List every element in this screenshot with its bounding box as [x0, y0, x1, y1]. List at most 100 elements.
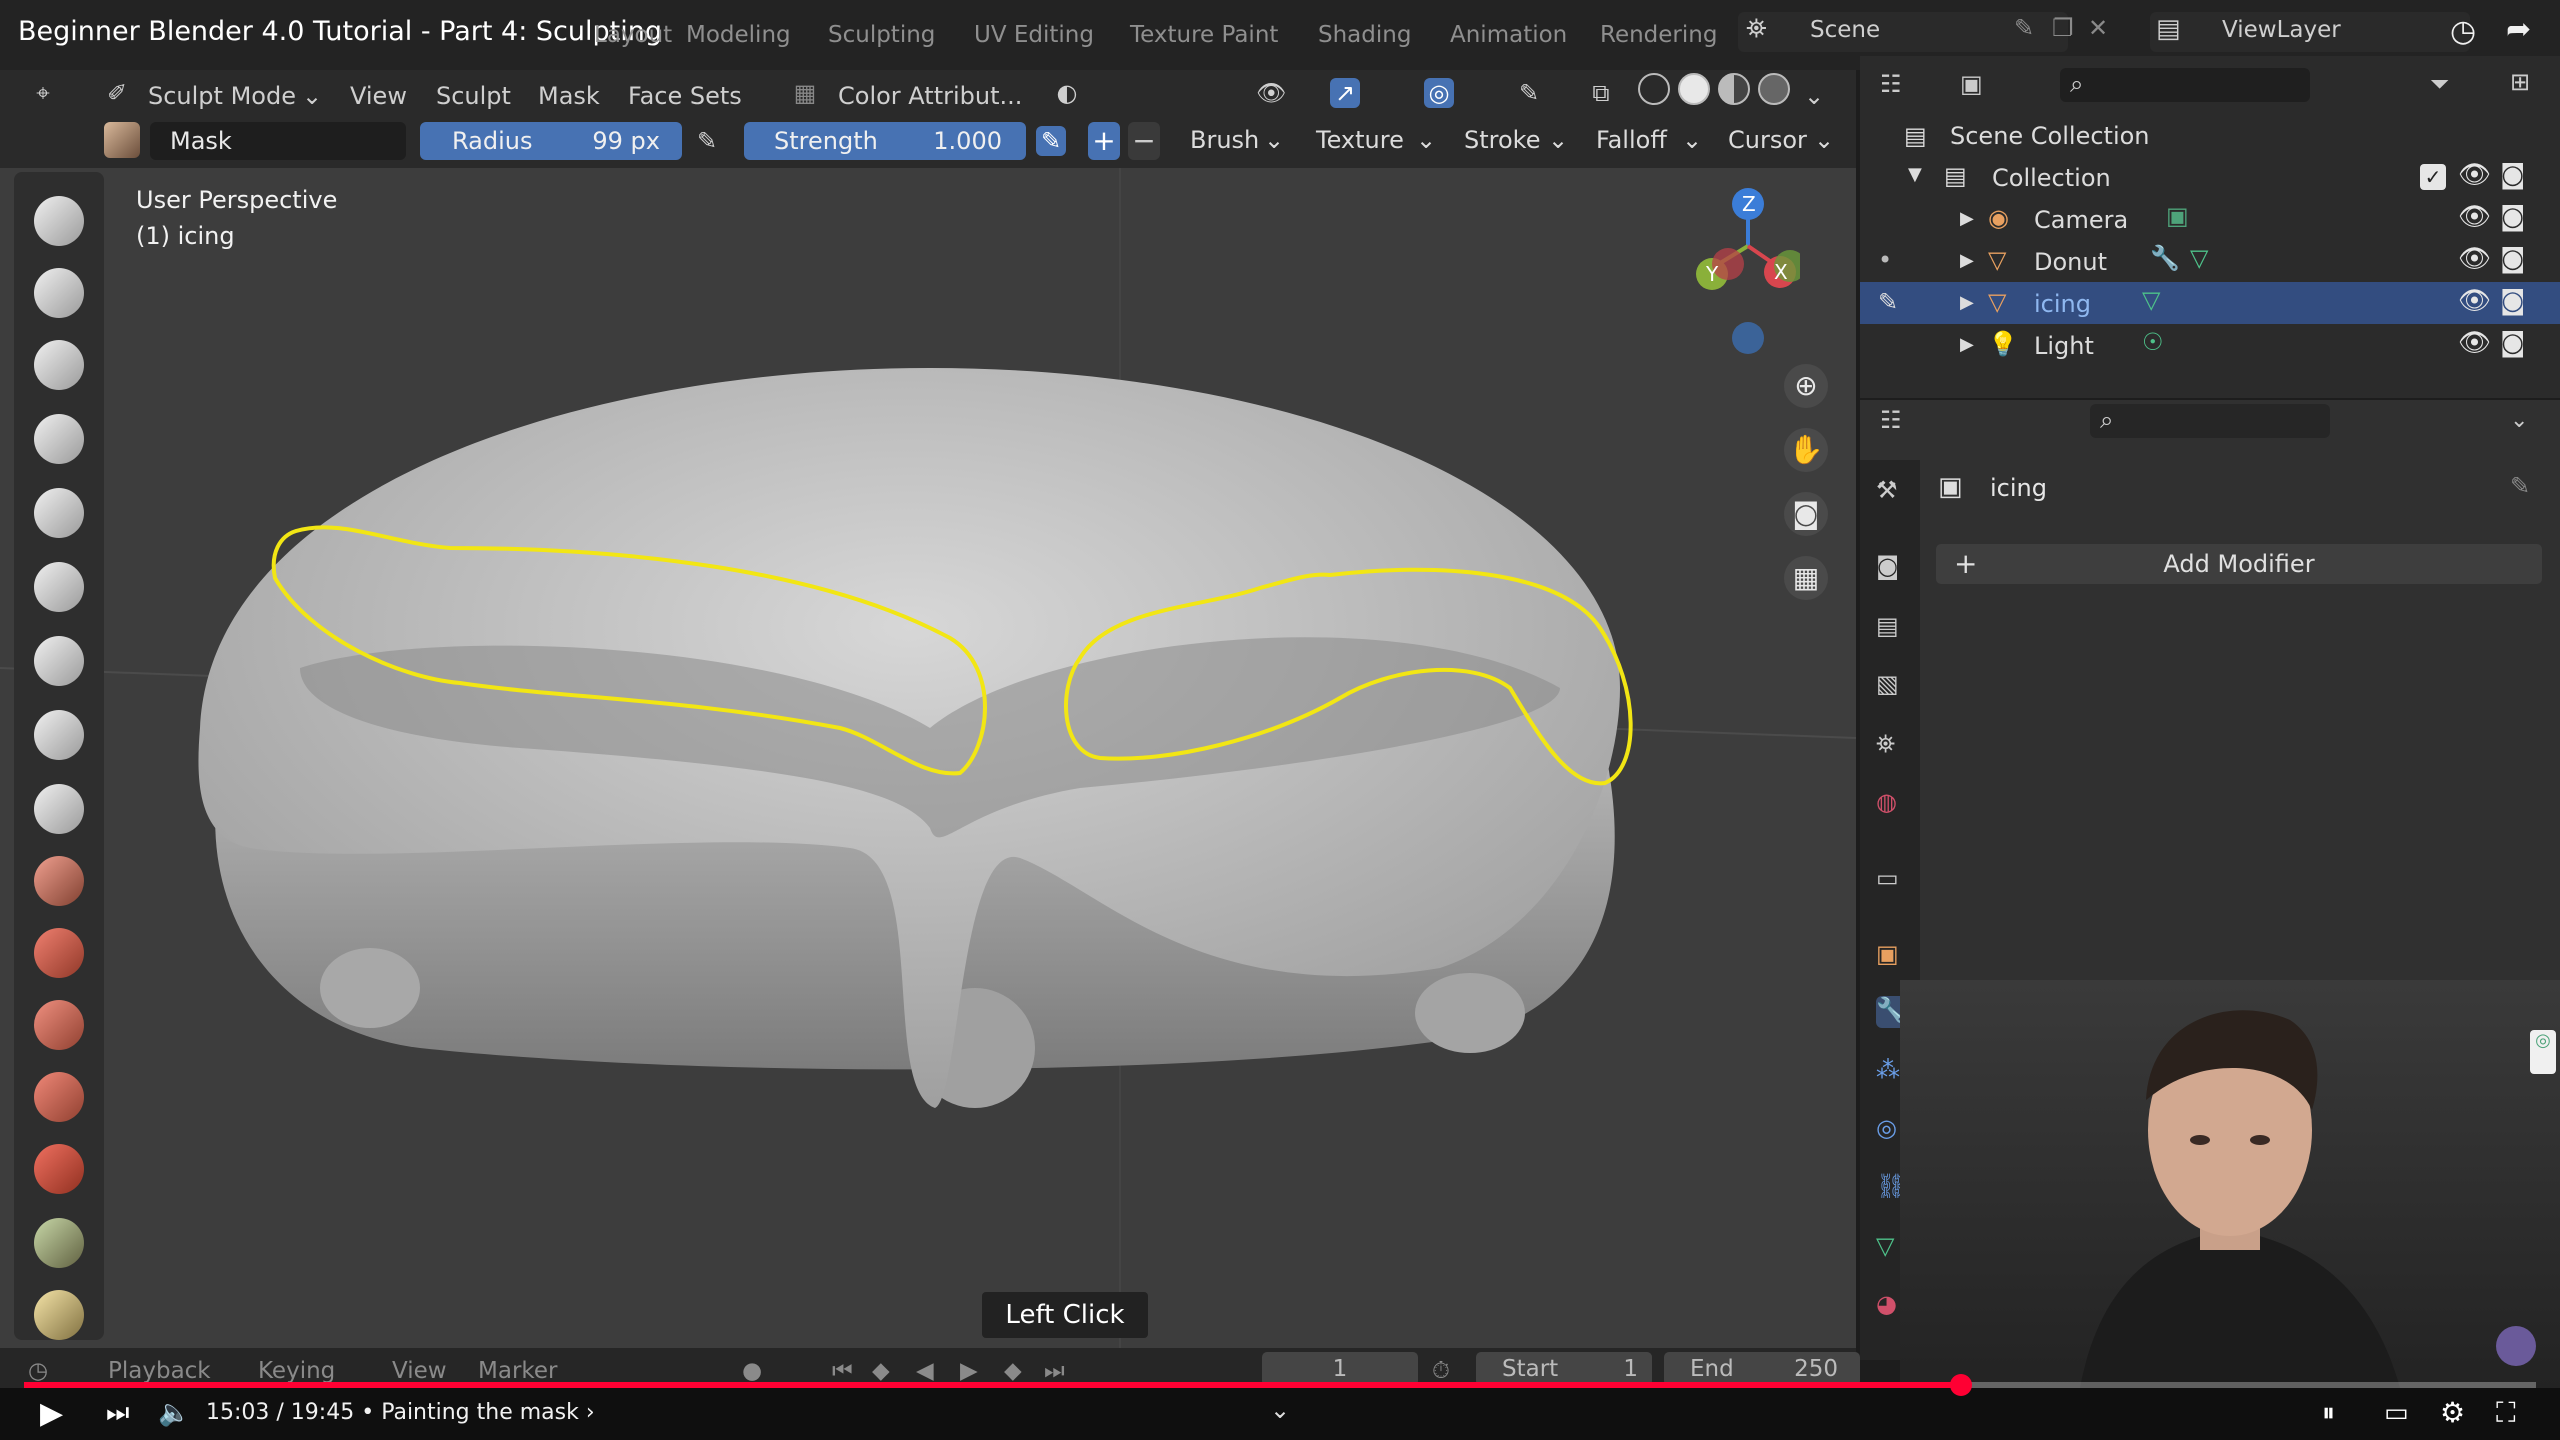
eye-icon[interactable]: 👁 [2458, 202, 2491, 232]
grab-brush-icon[interactable] [34, 1144, 84, 1194]
chevron-down-icon[interactable]: ⌄ [1270, 1396, 1290, 1424]
snake-hook-brush-icon[interactable] [34, 1218, 84, 1268]
blob-brush-icon[interactable] [34, 636, 84, 686]
clay-strips-brush-icon[interactable] [34, 414, 84, 464]
tab-modeling[interactable]: Modeling [686, 22, 791, 48]
menu-view[interactable]: View [350, 82, 407, 110]
expand-arrow-icon[interactable]: ▶ [1960, 208, 1974, 229]
outliner-row-donut[interactable]: • ▶ ▽ Donut 🔧 ▽ 👁 ◙ [1860, 240, 2560, 282]
outliner-editor-icon[interactable]: ☷ [1880, 70, 1902, 98]
new-scene-icon[interactable]: ❐ [2052, 14, 2074, 42]
camera-data-icon[interactable]: ▣ [2166, 202, 2189, 230]
color-attribute-dropdown[interactable]: Color Attribut... [838, 82, 1022, 110]
mask-brush-icon[interactable] [34, 1290, 84, 1340]
editor-type-icon[interactable]: ⌖ [28, 78, 58, 108]
watch-later-icon[interactable]: ◷ [2450, 14, 2476, 49]
tab-texture-paint[interactable]: Texture Paint [1130, 22, 1278, 48]
fullscreen-icon[interactable]: ⛶ [2496, 1396, 2516, 1430]
3d-viewport[interactable] [0, 168, 1856, 1348]
cursor-dropdown[interactable]: Cursor [1728, 126, 1807, 154]
video-progress-scrubber[interactable] [1950, 1374, 1972, 1396]
video-title[interactable]: Beginner Blender 4.0 Tutorial - Part 4: … [18, 16, 662, 47]
delete-scene-icon[interactable]: ✕ [2088, 14, 2108, 42]
mask-subtract-button[interactable]: − [1128, 122, 1160, 160]
menu-timeline-view[interactable]: View [392, 1358, 447, 1384]
light-label[interactable]: Light [2034, 332, 2094, 360]
flatten-brush-icon[interactable] [34, 856, 84, 906]
menu-face-sets[interactable]: Face Sets [628, 82, 742, 110]
brush-dropdown[interactable]: Brush [1190, 126, 1259, 154]
expand-arrow-icon[interactable]: ▶ [1960, 250, 1974, 271]
eye-icon[interactable]: 👁 [2458, 244, 2491, 274]
jump-end-icon[interactable]: ⏭ [1044, 1358, 1065, 1384]
collection-tab-icon[interactable]: ▭ [1876, 864, 1908, 896]
overlays-icon[interactable]: ◎ [1424, 78, 1454, 108]
play-icon[interactable]: ▶ [40, 1396, 63, 1431]
pin-icon[interactable]: ✎ [2510, 472, 2530, 500]
modifier-wrench-icon[interactable]: 🔧 [2150, 244, 2180, 272]
tab-uv-editing[interactable]: UV Editing [974, 22, 1094, 48]
menu-keying[interactable]: Keying [258, 1358, 335, 1384]
material-shading-icon[interactable] [1718, 73, 1750, 105]
radius-pressure-icon[interactable]: ✎ [692, 126, 722, 156]
mode-dropdown[interactable]: Sculpt Mode [148, 82, 296, 110]
transform-pivot-icon[interactable]: ◐ [1052, 78, 1082, 108]
scene-collection-label[interactable]: Scene Collection [1950, 122, 2150, 150]
collection-label[interactable]: Collection [1992, 164, 2111, 192]
outliner-row-camera[interactable]: ▶ ◉ Camera ▣ 👁 ◙ [1860, 198, 2560, 240]
draw-brush-icon[interactable] [34, 196, 84, 246]
play-reverse-icon[interactable]: ◀ [916, 1358, 934, 1384]
tab-layout[interactable]: Layout [594, 22, 672, 48]
end-frame-field[interactable]: End 250 [1664, 1352, 1860, 1386]
tab-sculpting[interactable]: Sculpting [828, 22, 935, 48]
crease-brush-icon[interactable] [34, 710, 84, 760]
texture-dropdown[interactable]: Texture [1316, 126, 1404, 154]
scene-name[interactable]: Scene [1810, 17, 1880, 43]
stroke-dropdown[interactable]: Stroke [1464, 126, 1540, 154]
subtitles-icon[interactable]: ▭ [2384, 1398, 2409, 1428]
properties-editor-icon[interactable]: ☷ [1880, 406, 1902, 434]
render-camera-icon[interactable]: ◙ [2500, 244, 2525, 274]
brush-name-field[interactable]: Mask [150, 122, 406, 160]
display-mode-icon[interactable]: ▣ [1960, 70, 1983, 98]
current-frame-field[interactable]: 1 [1262, 1352, 1418, 1386]
menu-sculpt[interactable]: Sculpt [436, 82, 511, 110]
layer-brush-icon[interactable] [34, 488, 84, 538]
mask-add-button[interactable]: + [1088, 122, 1120, 160]
smooth-brush-icon[interactable] [34, 784, 84, 834]
filter-icon[interactable]: ⏷ [2430, 70, 2449, 98]
pan-hand-icon[interactable]: ✋ [1784, 428, 1828, 472]
tool-tab-icon[interactable]: ⚒ [1876, 476, 1908, 508]
falloff-dropdown[interactable]: Falloff [1596, 126, 1667, 154]
properties-search-input[interactable] [2090, 404, 2330, 438]
menu-playback[interactable]: Playback [108, 1358, 211, 1384]
render-camera-icon[interactable]: ◙ [2500, 328, 2525, 358]
axis-gizmo[interactable]: Z Y X [1660, 186, 1800, 366]
brush-thumbnail[interactable] [104, 122, 140, 158]
expand-arrow-icon[interactable]: ▶ [1960, 334, 1974, 355]
view-layer-name[interactable]: ViewLayer [2222, 17, 2341, 43]
world-tab-icon[interactable]: ◍ [1876, 788, 1908, 820]
next-video-icon[interactable]: ⏭ [106, 1398, 129, 1429]
jump-start-icon[interactable]: ⏮ [832, 1358, 853, 1384]
draw-sharp-brush-icon[interactable] [34, 268, 84, 318]
new-collection-icon[interactable]: ⊞ [2510, 68, 2530, 96]
view-layer-tab-icon[interactable]: ▧ [1876, 670, 1908, 702]
eye-icon[interactable]: 👁 [2458, 160, 2491, 190]
clay-brush-icon[interactable] [34, 340, 84, 390]
strength-pressure-icon[interactable]: ✎ [1036, 126, 1066, 156]
pin-icon[interactable]: ✎ [2014, 14, 2034, 42]
output-tab-icon[interactable]: ▤ [1876, 612, 1908, 644]
add-modifier-button[interactable]: + Add Modifier [1936, 544, 2542, 584]
eye-icon[interactable]: 👁 [2458, 286, 2491, 316]
xray-icon[interactable]: ⧉ [1586, 78, 1616, 108]
prev-keyframe-icon[interactable]: ◆ [872, 1358, 890, 1384]
start-frame-field[interactable]: Start 1 [1476, 1352, 1652, 1386]
zoom-icon[interactable]: ⊕ [1784, 364, 1828, 408]
icing-label[interactable]: icing [2034, 290, 2091, 318]
radius-slider[interactable]: Radius 99 px [420, 122, 682, 160]
video-chapter[interactable]: Painting the mask [381, 1400, 579, 1425]
pinch-brush-icon[interactable] [34, 1072, 84, 1122]
share-icon[interactable]: ➦ [2506, 12, 2531, 47]
volume-icon[interactable]: 🔈 [158, 1398, 190, 1428]
